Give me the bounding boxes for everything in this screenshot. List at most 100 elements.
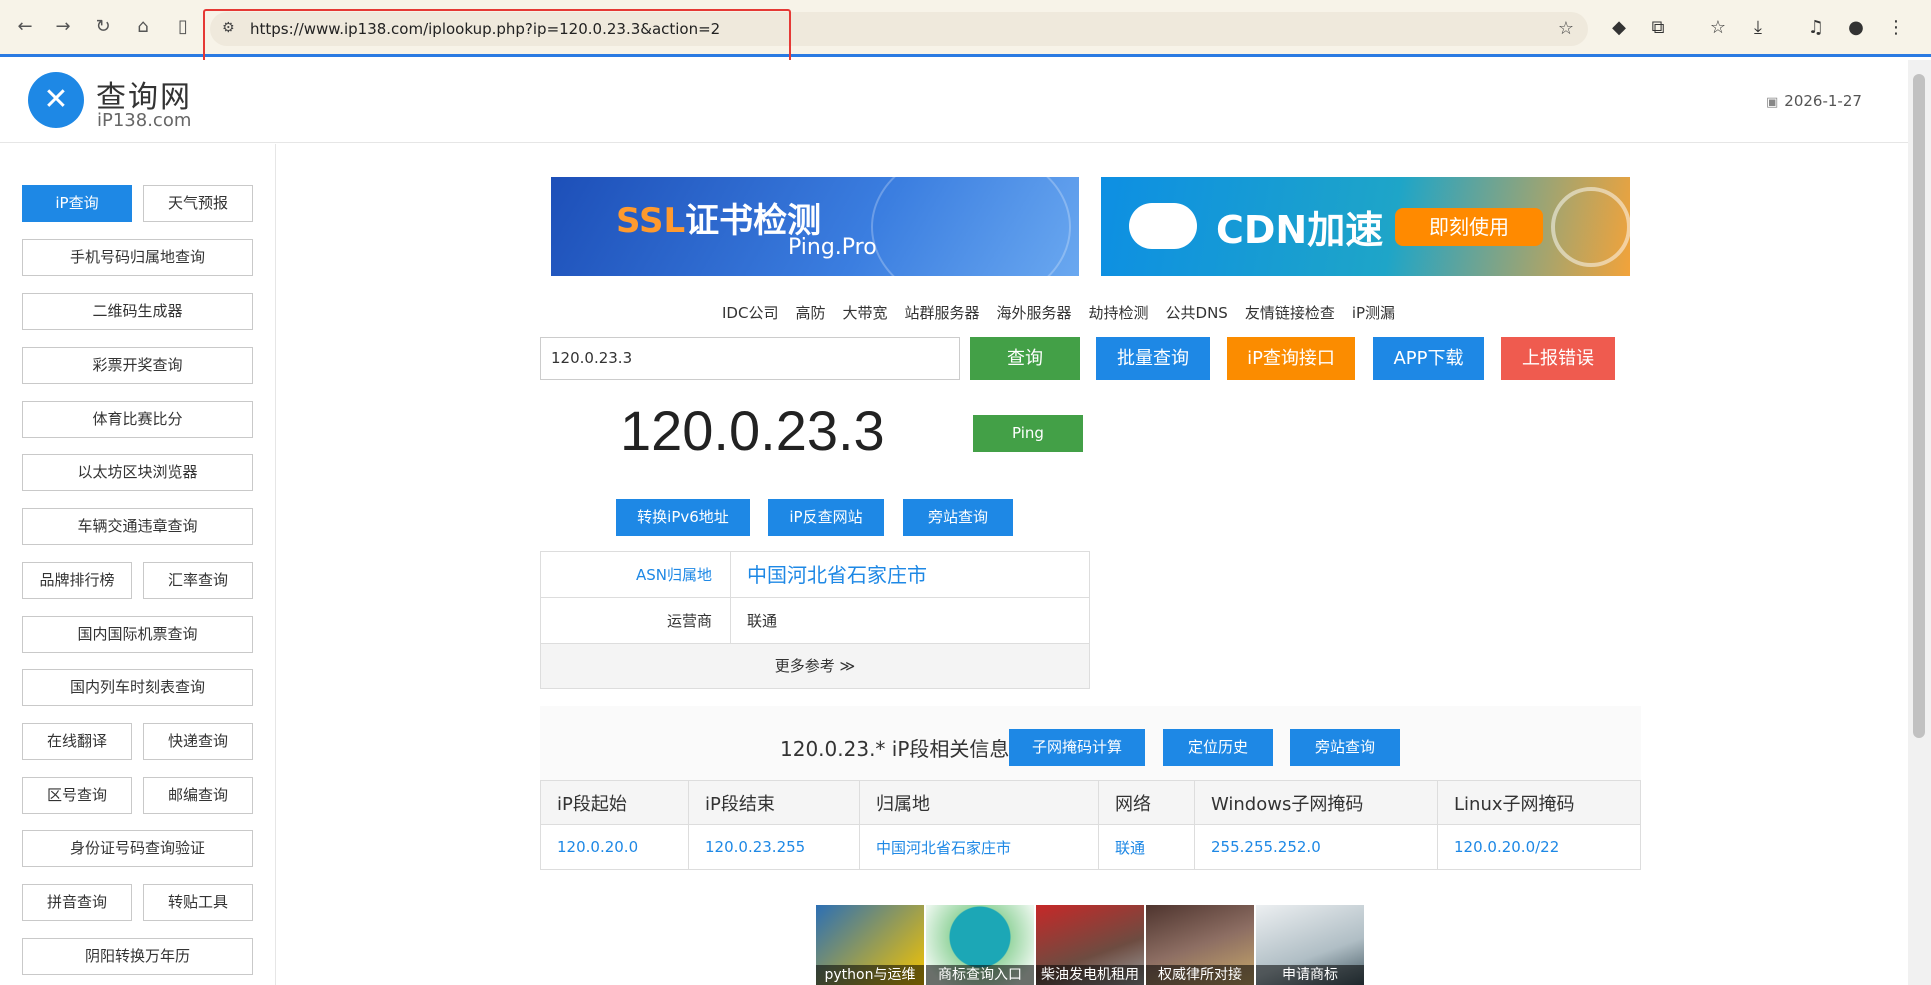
sidebar-item-express[interactable]: 快递查询 (143, 723, 253, 760)
puzzle-icon[interactable]: ⧉ (1645, 15, 1671, 41)
quick-link[interactable]: IDC公司 (722, 302, 778, 324)
sidebar-item-qrcode[interactable]: 二维码生成器 (22, 293, 253, 330)
segment-start-cell[interactable]: 120.0.20.0 (540, 824, 689, 870)
sidebar-item-brand[interactable]: 品牌排行榜 (22, 562, 132, 599)
quick-link[interactable]: 友情链接检查 (1245, 302, 1335, 324)
forward-icon[interactable]: → (50, 14, 76, 40)
cdn-banner[interactable]: CDN加速 即刻使用 (1101, 177, 1630, 276)
sidebar-item-weather[interactable]: 天气预报 (143, 185, 253, 222)
column-header: 归属地 (859, 780, 1099, 825)
sidebar-item-ethereum[interactable]: 以太坊区块浏览器 (22, 454, 253, 491)
sidebar-item-areacode[interactable]: 区号查询 (22, 777, 132, 814)
thumbnail-law-firm[interactable]: 权威律所对接 (1146, 905, 1254, 985)
report-error-button[interactable]: 上报错误 (1501, 337, 1615, 380)
subnet-calc-button[interactable]: 子网掩码计算 (1009, 729, 1145, 766)
sidebar-item-calendar[interactable]: 阴阳转换万年历 (22, 938, 253, 975)
thumbnail-caption: 柴油发电机租用 (1036, 965, 1144, 985)
asn-value: 中国河北省石家庄市 (747, 563, 927, 587)
query-button[interactable]: 查询 (970, 337, 1080, 380)
bookmarks-icon[interactable]: ☆ (1705, 15, 1731, 41)
quick-link[interactable]: 高防 (795, 302, 825, 324)
globe-icon (1551, 187, 1630, 267)
quick-link[interactable]: 站群服务器 (904, 302, 979, 324)
sidebar-item-translate[interactable]: 在线翻译 (22, 723, 132, 760)
download-icon[interactable]: ⤓ (1745, 15, 1771, 41)
ip-api-button[interactable]: iP查询接口 (1227, 337, 1355, 380)
thumbnail-apply-trademark[interactable]: 申请商标 (1256, 905, 1364, 985)
logo-icon[interactable]: ✕ (28, 72, 84, 128)
sidebar-item-pinyin[interactable]: 拼音查询 (22, 884, 132, 921)
reload-icon[interactable]: ↻ (90, 14, 116, 40)
table-row: 120.0.20.0 120.0.23.255 中国河北省石家庄市 联通 255… (540, 824, 1641, 870)
ad-thumbnails: python与运维 商标查询入口 柴油发电机租用 权威律所对接 申请商标 (816, 905, 1364, 985)
sidebar-item-paste[interactable]: 转贴工具 (143, 884, 253, 921)
quick-link[interactable]: 劫持检测 (1089, 302, 1149, 324)
scrollbar-thumb[interactable] (1913, 74, 1925, 738)
sidebar-item-lottery[interactable]: 彩票开奖查询 (22, 347, 253, 384)
sibling-site-button[interactable]: 旁站查询 (903, 499, 1013, 536)
more-icon[interactable]: ⋮ (1883, 15, 1909, 41)
sidebar-item-traffic[interactable]: 车辆交通违章查询 (22, 508, 253, 545)
ip-segment-table: iP段起始 iP段结束 归属地 网络 Windows子网掩码 Linux子网掩码… (540, 780, 1641, 870)
location-history-button[interactable]: 定位历史 (1163, 729, 1273, 766)
isp-value: 联通 (747, 612, 778, 630)
segment-title: 120.0.23.* iP段相关信息 (780, 737, 1010, 761)
segment-network-cell[interactable]: 联通 (1098, 824, 1195, 870)
sidebar-item-postcode[interactable]: 邮编查询 (143, 777, 253, 814)
app-download-button[interactable]: APP下载 (1373, 337, 1484, 380)
thumbnail-caption: 申请商标 (1256, 965, 1364, 985)
ip-search-input[interactable]: 120.0.23.3 (540, 337, 960, 380)
sidebar-item-train[interactable]: 国内列车时刻表查询 (22, 669, 253, 706)
quick-link[interactable]: 公共DNS (1166, 302, 1228, 324)
page-scrollbar[interactable] (1908, 60, 1931, 985)
ping-button[interactable]: Ping (973, 415, 1083, 452)
sidebar-item-phone[interactable]: 手机号码归属地查询 (22, 239, 253, 276)
batch-query-button[interactable]: 批量查询 (1096, 337, 1210, 380)
site-header: ✕ 查询网 iP138.com ▣ 2026-1-27 (0, 60, 1908, 143)
segment-windows-mask-cell[interactable]: 255.255.252.0 (1194, 824, 1438, 870)
profile-icon[interactable]: ● (1843, 15, 1869, 41)
ipv6-convert-button[interactable]: 转换iPv6地址 (616, 499, 750, 536)
home-icon[interactable]: ⌂ (130, 14, 156, 40)
more-reference-toggle[interactable]: 更多参考 ≫ (541, 644, 1089, 688)
reader-icon[interactable]: ▯ (170, 14, 196, 40)
isp-label: 运营商 (541, 598, 731, 643)
bookmark-star-icon[interactable]: ☆ (1558, 18, 1574, 39)
table-row: 运营商 联通 (541, 598, 1089, 644)
cdn-banner-button[interactable]: 即刻使用 (1395, 208, 1543, 246)
ssl-banner-subtitle: Ping.Pro (788, 235, 877, 260)
asn-label[interactable]: ASN归属地 (541, 552, 731, 597)
date-display: ▣ 2026-1-27 (1766, 92, 1862, 110)
media-icon[interactable]: ♫ (1803, 15, 1829, 41)
sidebar-item-exchange[interactable]: 汇率查询 (143, 562, 253, 599)
segment-end-cell[interactable]: 120.0.23.255 (688, 824, 860, 870)
thumbnail-trademark[interactable]: 商标查询入口 (926, 905, 1034, 985)
sidebar-item-idcard[interactable]: 身份证号码查询验证 (22, 830, 253, 867)
sidebar-item-flight[interactable]: 国内国际机票查询 (22, 616, 253, 653)
logo-subtitle[interactable]: iP138.com (97, 110, 191, 131)
reverse-lookup-button[interactable]: iP反查网站 (768, 499, 884, 536)
extension-icon[interactable]: ◆ (1606, 15, 1632, 41)
sidebar-item-ip-lookup[interactable]: iP查询 (22, 185, 132, 222)
globe-graphic (871, 177, 1071, 276)
quick-link[interactable]: iP测漏 (1352, 302, 1395, 324)
column-header: Linux子网掩码 (1437, 780, 1641, 825)
table-header-row: iP段起始 iP段结束 归属地 网络 Windows子网掩码 Linux子网掩码 (540, 780, 1641, 825)
sidebar-item-sports[interactable]: 体育比赛比分 (22, 401, 253, 438)
thumbnail-generator[interactable]: 柴油发电机租用 (1036, 905, 1144, 985)
sidebar: iP查询 天气预报 手机号码归属地查询 二维码生成器 彩票开奖查询 体育比赛比分… (0, 144, 276, 985)
thumbnail-caption: 商标查询入口 (926, 965, 1034, 985)
segment-location-cell[interactable]: 中国河北省石家庄市 (859, 824, 1099, 870)
calendar-icon: ▣ (1766, 95, 1779, 110)
quick-link[interactable]: 海外服务器 (997, 302, 1072, 324)
segment-sibling-button[interactable]: 旁站查询 (1290, 729, 1400, 766)
segment-linux-mask-cell[interactable]: 120.0.20.0/22 (1437, 824, 1641, 870)
back-icon[interactable]: ← (12, 14, 38, 40)
ssl-banner[interactable]: SSL证书检测 Ping.Pro (551, 177, 1079, 276)
column-header: 网络 (1098, 780, 1195, 825)
cdn-banner-title: CDN加速 (1216, 208, 1384, 252)
thumbnail-python[interactable]: python与运维 (816, 905, 924, 985)
quick-link[interactable]: 大带宽 (842, 302, 887, 324)
column-header: Windows子网掩码 (1194, 780, 1438, 825)
column-header: iP段起始 (540, 780, 689, 825)
